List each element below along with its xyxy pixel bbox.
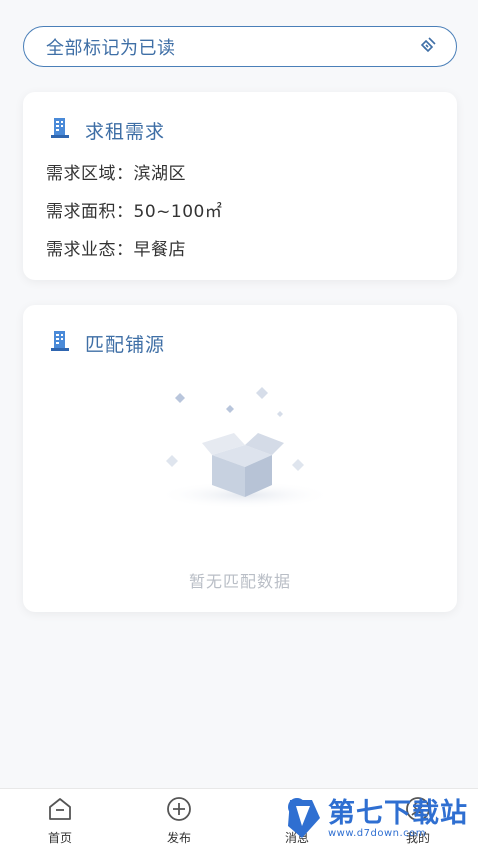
- demand-area-value: 滨湖区: [133, 164, 186, 184]
- demand-area-row: 需求区域：滨湖区: [46, 159, 186, 184]
- tab-home-label: 首页: [47, 831, 72, 845]
- broom-icon: [418, 35, 438, 59]
- home-icon: [46, 798, 74, 827]
- watermark-logo: 第七下载站 www.d7down.com: [282, 796, 468, 842]
- demand-size-label: 需求面积：: [46, 202, 134, 222]
- mark-all-read-label: 全部标记为已读: [46, 37, 176, 59]
- building-icon: [49, 329, 71, 357]
- tab-publish[interactable]: 发布: [144, 795, 214, 846]
- match-card-header: 匹配铺源: [49, 329, 165, 357]
- empty-state-text: 暂无匹配数据: [188, 572, 291, 591]
- demand-card-header: 求租需求: [49, 116, 165, 144]
- demand-area-label: 需求区域：: [46, 164, 134, 184]
- demand-format-value: 早餐店: [133, 240, 186, 260]
- mark-all-read-button[interactable]: 全部标记为已读: [23, 26, 457, 67]
- match-card: 匹配铺源 暂无匹配数据: [23, 305, 457, 612]
- demand-size-row: 需求面积：50~100㎡: [46, 197, 222, 222]
- demand-size-value: 50~100㎡: [133, 202, 223, 222]
- empty-box-illustration: [150, 383, 335, 517]
- demand-format-label: 需求业态：: [46, 240, 134, 260]
- demand-format-row: 需求业态：早餐店: [46, 235, 186, 260]
- tab-publish-label: 发布: [166, 831, 191, 845]
- watermark-sub-text: www.d7down.com: [328, 827, 427, 839]
- match-card-title: 匹配铺源: [85, 333, 166, 356]
- tab-home[interactable]: 首页: [25, 795, 95, 846]
- plus-circle-icon: [165, 797, 193, 827]
- watermark-main-text: 第七下载站: [328, 797, 468, 829]
- demand-card-title: 求租需求: [85, 120, 166, 143]
- building-icon: [49, 116, 71, 144]
- demand-card: 求租需求 需求区域：滨湖区 需求面积：50~100㎡ 需求业态：早餐店: [23, 92, 457, 280]
- watermark-emblem-icon: [288, 800, 320, 838]
